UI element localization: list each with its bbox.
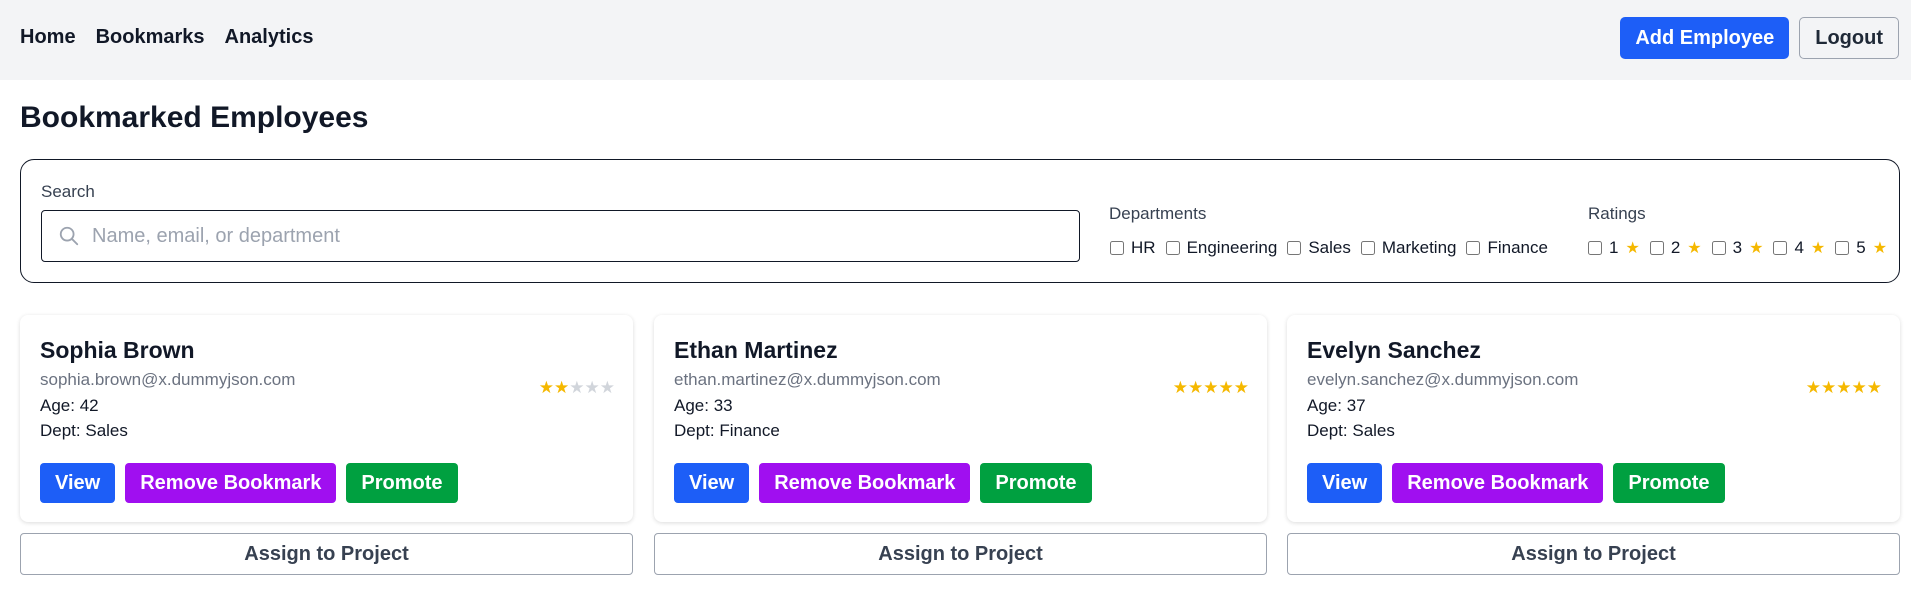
assign-to-project-button[interactable]: Assign to Project: [1287, 533, 1900, 575]
department-checkbox-engineering[interactable]: Engineering: [1165, 238, 1277, 258]
star-filled-icon: ★: [1836, 378, 1852, 397]
view-button[interactable]: View: [674, 463, 750, 503]
star-filled-icon: ★: [1805, 378, 1821, 397]
add-employee-button[interactable]: Add Employee: [1620, 17, 1790, 59]
star-filled-icon: ★: [554, 378, 570, 397]
employee-age: Age: 37: [1307, 396, 1366, 415]
star-filled-icon: ★: [1218, 378, 1234, 397]
card-actions: View Remove Bookmark Promote: [674, 463, 1092, 503]
checkbox[interactable]: [1287, 241, 1302, 255]
checkbox[interactable]: [1466, 241, 1481, 255]
main-nav: Home Bookmarks Analytics: [20, 26, 313, 49]
employee-name: Sophia Brown: [40, 337, 195, 363]
employee-name: Evelyn Sanchez: [1307, 337, 1481, 363]
search-icon: [59, 226, 79, 246]
rating-stars: ★★★★★: [1173, 378, 1249, 398]
rating-checkbox-2[interactable]: 2 ★: [1649, 238, 1702, 258]
star-icon: ★: [1872, 240, 1888, 257]
star-filled-icon: ★: [1233, 378, 1249, 397]
star-filled-icon: ★: [1866, 378, 1882, 397]
employee-card: Sophia Brown sophia.brown@x.dummyjson.co…: [20, 315, 633, 522]
star-icon: ★: [1810, 240, 1826, 257]
checkbox[interactable]: [1360, 241, 1375, 255]
departments-label: Departments: [1109, 204, 1207, 223]
star-filled-icon: ★: [1188, 378, 1204, 397]
employee-name: Ethan Martinez: [674, 337, 838, 363]
search-box: [41, 210, 1080, 262]
rating-checkbox-1[interactable]: 1 ★: [1588, 238, 1640, 258]
star-filled-icon: ★: [538, 378, 554, 397]
rating-checkbox-3[interactable]: 3 ★: [1711, 238, 1764, 258]
star-icon: ★: [1687, 240, 1702, 257]
search-label: Search: [41, 182, 95, 201]
checkbox[interactable]: [1110, 241, 1124, 255]
assign-to-project-button[interactable]: Assign to Project: [20, 533, 633, 575]
employee-card: Evelyn Sanchez evelyn.sanchez@x.dummyjso…: [1287, 315, 1900, 522]
top-bar: Home Bookmarks Analytics Add Employee Lo…: [0, 0, 1911, 80]
logout-button[interactable]: Logout: [1799, 17, 1899, 59]
rating-stars: ★★★★★: [539, 378, 615, 398]
remove-bookmark-button[interactable]: Remove Bookmark: [1392, 463, 1604, 503]
department-checkbox-sales[interactable]: Sales: [1287, 238, 1351, 258]
employee-department: Dept: Finance: [674, 421, 780, 440]
promote-button[interactable]: Promote: [980, 463, 1092, 503]
assign-to-project-button[interactable]: Assign to Project: [654, 533, 1267, 575]
rating-checkbox-5[interactable]: 5 ★: [1835, 238, 1887, 258]
employee-age: Age: 33: [674, 396, 733, 415]
checkbox[interactable]: [1773, 241, 1788, 255]
view-button[interactable]: View: [1307, 463, 1383, 503]
star-empty-icon: ★: [569, 378, 585, 397]
star-icon: ★: [1749, 240, 1764, 257]
employee-email: sophia.brown@x.dummyjson.com: [40, 370, 296, 389]
remove-bookmark-button[interactable]: Remove Bookmark: [759, 463, 971, 503]
rating-checkbox-4[interactable]: 4 ★: [1773, 238, 1825, 258]
employee-email: evelyn.sanchez@x.dummyjson.com: [1307, 370, 1579, 389]
page-title: Bookmarked Employees: [20, 101, 369, 134]
star-filled-icon: ★: [1172, 378, 1188, 397]
rating-stars: ★★★★★: [1806, 378, 1882, 398]
checkbox[interactable]: [1588, 241, 1602, 255]
view-button[interactable]: View: [40, 463, 116, 503]
checkbox[interactable]: [1649, 241, 1664, 255]
card-actions: View Remove Bookmark Promote: [40, 463, 458, 503]
filter-panel: Search Departments HR Engineering Sales …: [20, 159, 1900, 283]
departments-filter: HR Engineering Sales Marketing Finance: [1110, 238, 1558, 258]
star-empty-icon: ★: [599, 378, 615, 397]
department-checkbox-finance[interactable]: Finance: [1466, 238, 1548, 258]
star-filled-icon: ★: [1821, 378, 1837, 397]
search-input[interactable]: [92, 219, 1062, 253]
card-actions: View Remove Bookmark Promote: [1307, 463, 1725, 503]
star-empty-icon: ★: [584, 378, 600, 397]
nav-home-link[interactable]: Home: [20, 26, 76, 49]
top-actions: Add Employee Logout: [1620, 17, 1899, 59]
employee-department: Dept: Sales: [1307, 421, 1395, 440]
remove-bookmark-button[interactable]: Remove Bookmark: [125, 463, 337, 503]
nav-bookmarks-link[interactable]: Bookmarks: [96, 26, 205, 49]
checkbox[interactable]: [1835, 241, 1850, 255]
department-checkbox-hr[interactable]: HR: [1110, 238, 1156, 258]
nav-analytics-link[interactable]: Analytics: [225, 26, 314, 49]
department-checkbox-marketing[interactable]: Marketing: [1360, 238, 1456, 258]
ratings-filter: 1 ★ 2 ★ 3 ★ 4 ★ 5 ★: [1588, 238, 1887, 258]
star-icon: ★: [1625, 240, 1640, 257]
ratings-label: Ratings: [1588, 204, 1646, 223]
star-filled-icon: ★: [1851, 378, 1867, 397]
checkbox[interactable]: [1711, 241, 1726, 255]
employee-email: ethan.martinez@x.dummyjson.com: [674, 370, 941, 389]
promote-button[interactable]: Promote: [346, 463, 458, 503]
employee-department: Dept: Sales: [40, 421, 128, 440]
promote-button[interactable]: Promote: [1613, 463, 1725, 503]
employee-card: Ethan Martinez ethan.martinez@x.dummyjso…: [654, 315, 1267, 522]
employee-age: Age: 42: [40, 396, 99, 415]
checkbox[interactable]: [1165, 241, 1180, 255]
star-filled-icon: ★: [1203, 378, 1219, 397]
